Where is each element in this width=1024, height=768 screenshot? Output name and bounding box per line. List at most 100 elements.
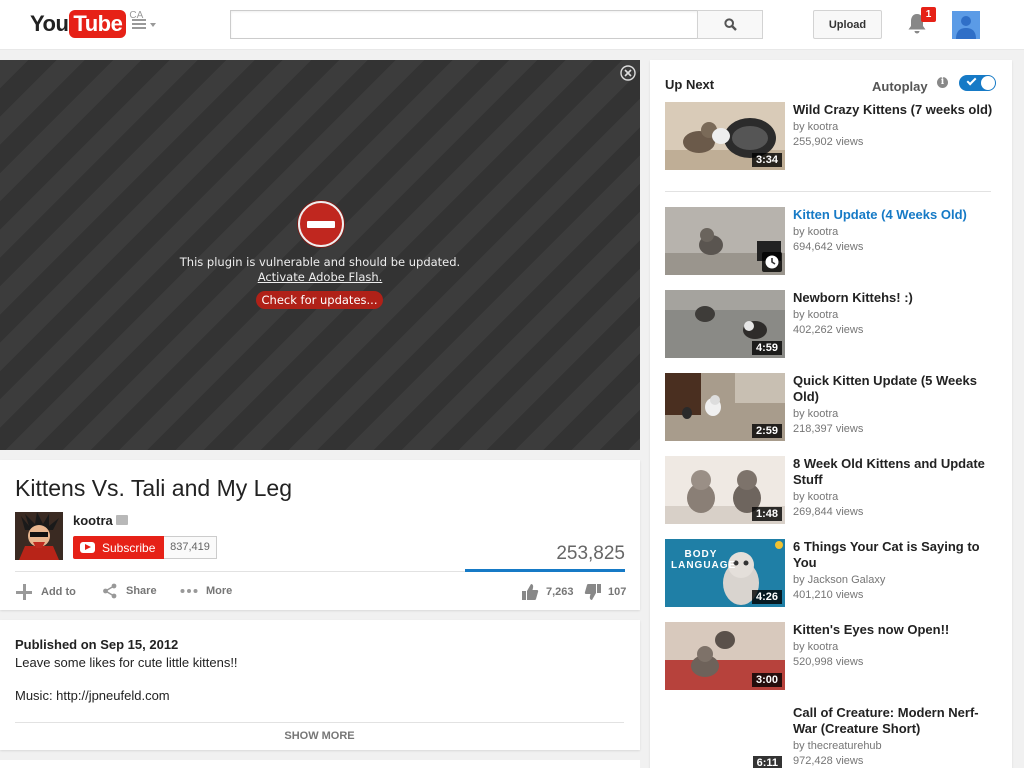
youtube-logo[interactable]: You Tube CA [30,10,143,38]
channel-avatar-image [15,512,63,560]
video-title-link[interactable]: Kitten Update (4 Weeks Old) [793,207,997,223]
video-duration: 3:34 [751,153,782,167]
description-line: Leave some likes for cute little kittens… [15,655,238,670]
share-label: Share [126,585,157,597]
video-thumbnail[interactable]: 4:59 [665,290,785,358]
add-to-label: Add to [41,586,76,598]
clock-icon [765,255,779,269]
dislike-button[interactable] [584,583,602,601]
search-input[interactable] [231,11,698,38]
video-channel: by kootra [793,309,839,321]
video-views: 269,844 views [793,506,864,518]
video-views: 255,902 views [793,136,864,148]
subscriber-count: 837,419 [164,536,217,559]
video-title-link[interactable]: Call of Creature: Modern Nerf-War (Creat… [793,705,997,737]
video-thumbnail[interactable]: 3:34 [665,102,785,170]
add-to-button[interactable]: Add to [15,583,76,601]
user-icon [952,11,980,39]
like-sentiment-bar [465,569,625,572]
close-plugin-message-button[interactable] [620,65,636,81]
verified-icon [116,515,128,525]
video-title: Kittens Vs. Tali and My Leg [15,475,292,501]
up-next-heading: Up Next [665,77,715,92]
show-more-button[interactable]: SHOW MORE [15,730,624,742]
video-channel: by kootra [793,121,839,133]
check-updates-button[interactable]: Check for updates... [256,291,383,309]
plus-icon [16,584,32,600]
like-count: 7,263 [546,586,574,598]
video-title-link[interactable]: 8 Week Old Kittens and Update Stuff [793,456,997,488]
logo-tube-text: Tube [69,10,127,38]
account-avatar[interactable] [952,11,980,39]
channel-avatar[interactable] [15,512,63,560]
video-views: 402,262 views [793,324,864,336]
view-count: 253,825 [556,543,625,564]
video-title-link[interactable]: Wild Crazy Kittens (7 weeks old) [793,102,997,118]
video-views: 218,397 views [793,423,864,435]
thumbs-down-icon [584,584,601,600]
toggle-knob [981,76,995,90]
video-channel: by kootra [793,491,839,503]
video-views: 972,428 views [793,755,864,767]
channel-name-link[interactable]: kootra [73,513,113,528]
comments-card [0,760,640,768]
video-thumbnail[interactable]: 6:11 [665,705,785,768]
blocked-plugin-icon [298,201,344,247]
video-duration: 3:00 [751,673,782,687]
thumbnail-caption: BODY LANGUAGE [671,549,737,571]
dislike-count: 107 [608,586,627,598]
video-thumbnail[interactable]: 3:00 [665,622,785,690]
video-channel: by Jackson Galaxy [793,574,886,586]
more-label: More [206,585,233,597]
up-next-divider [665,191,991,192]
video-channel: by kootra [793,641,839,653]
search-icon [723,18,737,31]
video-channel: by kootra [793,408,839,420]
info-divider [15,571,465,572]
close-icon [620,65,636,81]
info-icon[interactable]: i [937,77,948,88]
share-icon [103,583,117,599]
thumbs-up-icon [522,584,539,600]
more-button[interactable]: More [180,583,232,599]
subscribe-label: Subscribe [102,540,156,555]
video-views: 520,998 views [793,656,864,668]
masthead: You Tube CA Upload 1 [0,0,1024,50]
video-title-link[interactable]: Newborn Kittehs! :) [793,290,997,306]
video-thumbnail[interactable] [665,207,785,275]
video-thumbnail[interactable]: BODY LANGUAGE 4:26 [665,539,785,607]
description-divider [15,722,624,723]
like-button[interactable] [521,583,539,601]
checkmark-icon [966,75,977,86]
plugin-warning-text: This plugin is vulnerable and should be … [179,255,461,269]
video-duration: 1:48 [751,507,782,521]
video-title-link[interactable]: 6 Things Your Cat is Saying to You [793,539,997,571]
autoplay-toggle[interactable] [959,75,996,91]
autoplay-label: Autoplay [872,79,928,94]
subscribe-button[interactable]: Subscribe [73,536,164,559]
upload-button[interactable]: Upload [813,10,882,39]
guide-menu-button[interactable] [132,17,158,33]
video-title-link[interactable]: Kitten's Eyes now Open!! [793,622,997,638]
video-thumbnail[interactable]: 2:59 [665,373,785,441]
video-thumbnail[interactable]: 1:48 [665,456,785,524]
video-views: 401,210 views [793,589,864,601]
search-button[interactable] [697,10,763,39]
more-dots-icon [180,589,198,593]
notification-badge: 1 [921,7,936,22]
logo-you-text: You [30,11,69,36]
youtube-play-icon [80,542,95,553]
video-title-link[interactable]: Quick Kitten Update (5 Weeks Old) [793,373,997,405]
share-button[interactable]: Share [102,583,157,599]
hamburger-icon [132,19,146,30]
video-duration: 2:59 [751,424,782,438]
video-duration: 6:11 [752,756,782,768]
published-date: Published on Sep 15, 2012 [15,637,179,652]
activate-flash-link[interactable]: Activate Adobe Flash. [0,270,640,284]
video-duration: 4:26 [751,590,782,604]
search-box [230,10,698,39]
watch-later-button[interactable] [762,252,782,272]
description-music-line: Music: http://jpneufeld.com [15,688,170,703]
caret-down-icon [150,23,156,27]
video-channel: by thecreaturehub [793,740,882,752]
